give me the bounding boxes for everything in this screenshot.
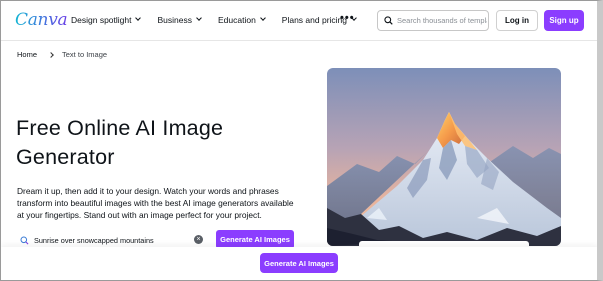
search-input[interactable] — [397, 16, 487, 25]
site-header: Canva Design spotlight Business Educatio… — [1, 1, 597, 41]
nav-label: Design spotlight — [71, 15, 132, 25]
nav-education[interactable]: Education — [217, 15, 266, 25]
nav-label: Education — [217, 15, 256, 25]
main-nav: Design spotlight Business Education Plan… — [71, 15, 373, 25]
page-title-line-1: Free Online AI Image — [16, 116, 224, 140]
prompt-input[interactable] — [34, 235, 194, 245]
nav-label: Plans and pricing — [281, 15, 348, 25]
signup-button[interactable]: Sign up — [544, 10, 584, 31]
login-button[interactable]: Log in — [496, 10, 538, 31]
sticky-bottom-bar: Generate AI Images — [1, 247, 597, 280]
generate-ai-images-sticky-button[interactable]: Generate AI Images — [260, 253, 338, 273]
hero-description: Dream it up, then add it to your design.… — [17, 186, 294, 220]
nav-design-spotlight[interactable]: Design spotlight — [71, 15, 142, 25]
nav-business[interactable]: Business — [157, 15, 202, 25]
nav-label: Business — [157, 15, 192, 25]
hero-image — [327, 68, 561, 246]
ai-sparkle-search-icon — [20, 235, 29, 244]
search-icon — [384, 16, 393, 25]
chevron-down-icon — [259, 15, 266, 21]
browser-viewport: Canva Design spotlight Business Educatio… — [0, 0, 603, 281]
page-title: Free Online AI Image Generator — [16, 114, 276, 172]
chevron-down-icon — [135, 15, 142, 21]
chevron-right-icon — [48, 51, 54, 58]
canva-logo[interactable]: Canva — [15, 10, 68, 30]
more-horizontal-icon[interactable]: ••• — [340, 12, 355, 24]
clear-icon[interactable]: × — [194, 235, 203, 244]
page-title-line-2: Generator — [16, 145, 115, 169]
breadcrumb-home[interactable]: Home — [17, 50, 37, 59]
breadcrumb: Home Text to Image — [17, 50, 107, 59]
chevron-down-icon — [196, 15, 202, 21]
search-box[interactable] — [377, 10, 489, 31]
breadcrumb-current: Text to Image — [62, 50, 108, 59]
